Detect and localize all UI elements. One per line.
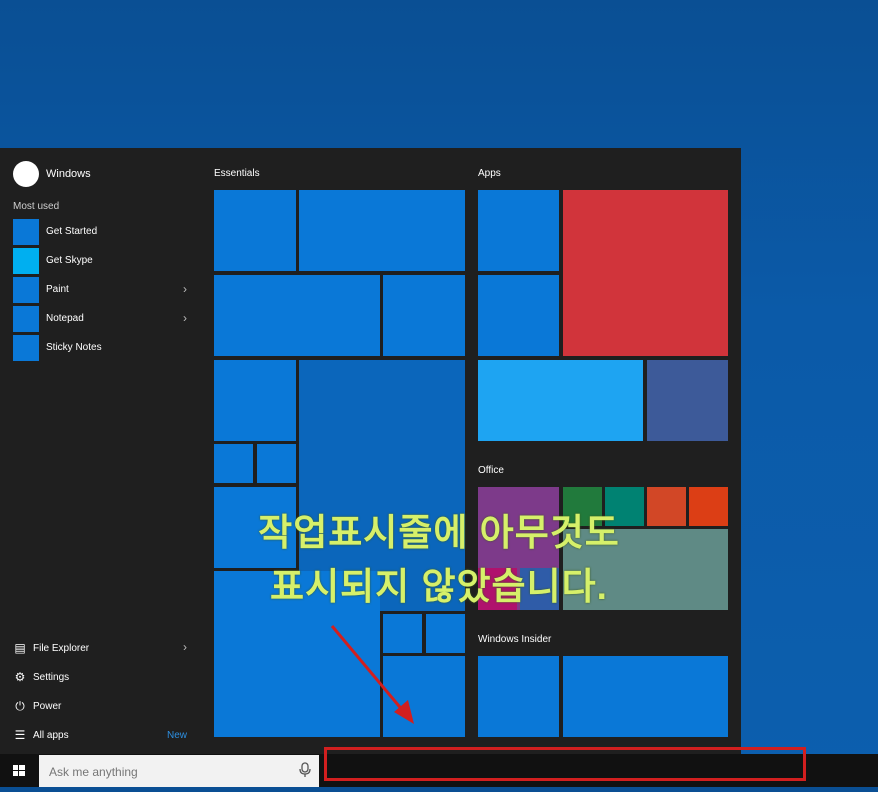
notepad-icon	[13, 306, 39, 332]
app-label: Get Skype	[46, 255, 93, 266]
all-apps-item[interactable]: ☰ All apps New	[13, 726, 193, 746]
app-label: Get Started	[46, 226, 98, 237]
taskbar-highlight-box	[324, 747, 806, 781]
new-badge: New	[166, 730, 187, 741]
app-item-notepad[interactable]: Notepad ›	[13, 306, 193, 332]
get-started-icon	[13, 219, 39, 245]
app-item-sticky-notes[interactable]: Sticky Notes	[13, 335, 193, 361]
chevron-right-icon[interactable]: ›	[183, 282, 187, 296]
group-header-apps: Apps	[478, 168, 501, 179]
live-tile[interactable]	[257, 444, 296, 483]
annotation-caption-line1: 작업표시줄에 아무것도	[258, 512, 620, 553]
microphone-icon[interactable]	[299, 762, 311, 778]
skype-icon	[13, 248, 39, 274]
user-name[interactable]: Windows	[46, 168, 91, 180]
power-icon: ⏻	[15, 699, 25, 713]
live-tile[interactable]	[426, 614, 465, 653]
power-item[interactable]: ⏻ Power	[13, 697, 193, 717]
group-header-windows-insider: Windows Insider	[478, 634, 552, 645]
group-header-office: Office	[478, 465, 504, 476]
file-explorer-item[interactable]: ▤ File Explorer ›	[13, 639, 193, 659]
live-tile[interactable]	[478, 275, 559, 356]
live-tile[interactable]	[478, 360, 643, 441]
live-tile[interactable]	[478, 656, 559, 737]
live-tile[interactable]	[383, 275, 465, 356]
chevron-right-icon[interactable]: ›	[183, 640, 187, 654]
app-item-paint[interactable]: Paint ›	[13, 277, 193, 303]
group-header-essentials: Essentials	[214, 168, 260, 179]
file-explorer-icon: ▤	[14, 641, 26, 655]
live-tile[interactable]	[478, 190, 559, 271]
live-tile[interactable]	[647, 360, 728, 441]
most-used-heading: Most used	[13, 201, 60, 212]
user-avatar[interactable]	[13, 161, 39, 187]
start-button[interactable]	[0, 754, 38, 787]
system-label: All apps	[33, 730, 69, 741]
live-tile[interactable]	[563, 190, 728, 356]
app-label: Paint	[46, 284, 69, 295]
system-label: Settings	[33, 672, 70, 683]
live-tile[interactable]	[299, 190, 465, 271]
app-item-get-started[interactable]: Get Started	[13, 219, 193, 245]
all-apps-icon: ☰	[14, 728, 26, 742]
live-tile[interactable]	[214, 190, 296, 271]
live-tile[interactable]	[214, 360, 296, 441]
search-box[interactable]: Ask me anything	[39, 755, 319, 787]
settings-icon: ⚙	[14, 670, 26, 684]
app-label: Sticky Notes	[46, 342, 102, 353]
system-label: File Explorer	[33, 643, 90, 654]
annotation-caption-line2: 표시되지 않았습니다.	[270, 566, 608, 607]
start-menu-left-column: Windows Most used Get Started Get Skype …	[0, 148, 200, 754]
search-placeholder: Ask me anything	[49, 765, 138, 779]
settings-item[interactable]: ⚙ Settings	[13, 668, 193, 688]
app-label: Notepad	[46, 313, 84, 324]
live-tile[interactable]	[214, 275, 380, 356]
system-label: Power	[33, 701, 62, 712]
paint-icon	[13, 277, 39, 303]
live-tile[interactable]	[563, 656, 728, 737]
annotation-arrow	[330, 625, 414, 724]
live-tile[interactable]	[214, 444, 253, 483]
app-item-get-skype[interactable]: Get Skype	[13, 248, 193, 274]
sticky-notes-icon	[13, 335, 39, 361]
chevron-right-icon[interactable]: ›	[183, 311, 187, 325]
windows-logo-icon	[13, 765, 25, 776]
